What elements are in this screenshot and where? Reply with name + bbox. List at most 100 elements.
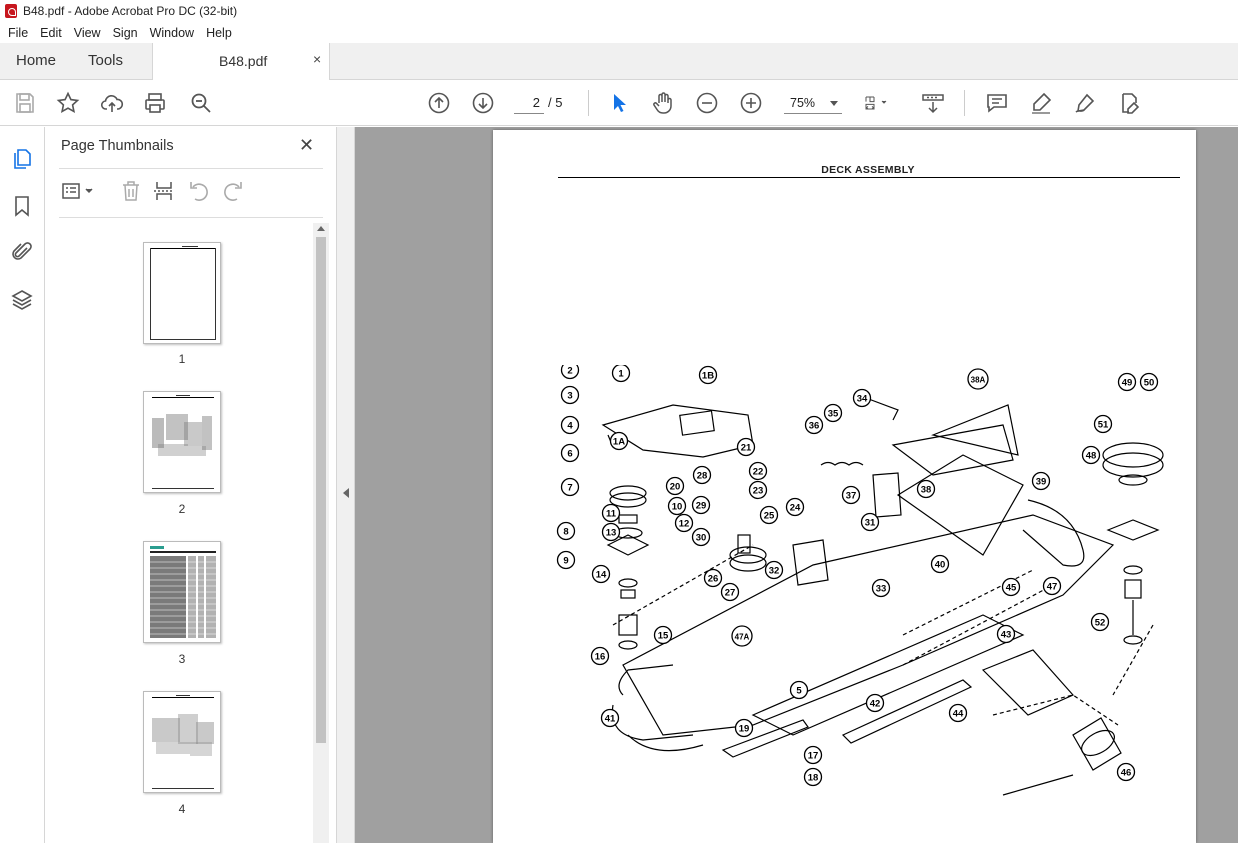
callout-label: 1 xyxy=(618,369,624,380)
left-rail xyxy=(0,127,45,843)
page-total: / 5 xyxy=(548,95,563,110)
main-toolbar: 2 / 5 75% xyxy=(0,80,1238,126)
menu-help[interactable]: Help xyxy=(202,26,236,40)
delete-page-icon[interactable] xyxy=(119,179,143,203)
menu-file[interactable]: File xyxy=(4,26,32,40)
tab-tools[interactable]: Tools xyxy=(88,43,123,79)
layers-icon[interactable] xyxy=(10,288,34,312)
callout-label: 52 xyxy=(1095,618,1106,629)
deck-assembly-diagram: 11A1B23456789101112131415161718192021222… xyxy=(556,365,1164,796)
menu-edit[interactable]: Edit xyxy=(36,26,66,40)
callout-label: 43 xyxy=(1001,630,1012,641)
panel-collapse-handle[interactable] xyxy=(337,127,355,843)
page-thumbnails-icon[interactable] xyxy=(10,147,34,171)
zoom-in-icon[interactable] xyxy=(739,91,763,115)
callout-label: 31 xyxy=(865,518,876,529)
callout-label: 38A xyxy=(971,376,986,385)
callout-label: 26 xyxy=(708,574,719,585)
zoom-out-icon[interactable] xyxy=(695,91,719,115)
callout-label: 5 xyxy=(796,686,802,697)
panel-divider xyxy=(59,217,323,218)
callout-label: 32 xyxy=(769,566,780,577)
next-page-icon[interactable] xyxy=(471,91,495,115)
callout-label: 20 xyxy=(670,482,681,493)
callout-label: 15 xyxy=(658,631,669,642)
callout-label: 47 xyxy=(1047,582,1058,593)
callout-label: 44 xyxy=(953,709,964,720)
scroll-up-icon[interactable] xyxy=(317,226,325,231)
page-heading: DECK ASSEMBLY xyxy=(821,164,915,176)
title-bar: B48.pdf - Adobe Acrobat Pro DC (32-bit) xyxy=(0,0,1238,22)
rotate-left-icon[interactable] xyxy=(187,179,211,203)
bookmarks-icon[interactable] xyxy=(10,194,34,218)
fill-sign-icon[interactable] xyxy=(1117,91,1141,115)
callout-label: 1B xyxy=(702,371,714,382)
window-title: B48.pdf - Adobe Acrobat Pro DC (32-bit) xyxy=(23,4,238,18)
callout-label: 35 xyxy=(828,409,839,420)
tab-home[interactable]: Home xyxy=(16,43,56,79)
callout-label: 40 xyxy=(935,560,946,571)
save-icon[interactable] xyxy=(13,91,37,115)
menu-window[interactable]: Window xyxy=(146,26,198,40)
tab-close-icon[interactable]: × xyxy=(313,51,321,67)
panel-title: Page Thumbnails xyxy=(61,138,174,154)
page-layout-icon[interactable] xyxy=(864,91,900,115)
callout-label: 28 xyxy=(697,471,708,482)
scrollbar-thumb[interactable] xyxy=(316,237,326,743)
search-zoom-icon[interactable] xyxy=(189,91,213,115)
page-thumbnail[interactable] xyxy=(143,242,221,344)
attachments-icon[interactable] xyxy=(10,240,34,264)
callout-label: 23 xyxy=(753,486,764,497)
tab-bar: Home Tools B48.pdf × xyxy=(0,43,1238,80)
heading-rule xyxy=(558,177,1180,178)
thumbnail-options-icon[interactable] xyxy=(60,179,96,203)
tab-document[interactable]: B48.pdf × xyxy=(152,43,330,80)
thumbnail-list: 1 2 3 4 xyxy=(45,223,313,843)
callout-label: 46 xyxy=(1121,768,1132,779)
page-thumbnail[interactable] xyxy=(143,691,221,793)
menu-view[interactable]: View xyxy=(70,26,105,40)
callout-label: 27 xyxy=(725,588,736,599)
callout-label: 34 xyxy=(857,394,868,405)
callout-label: 22 xyxy=(753,467,764,478)
panel-close-icon[interactable]: ✕ xyxy=(299,135,314,156)
hand-tool-icon[interactable] xyxy=(651,91,675,115)
callout-label: 9 xyxy=(563,556,568,567)
callout-label: 42 xyxy=(870,699,881,710)
tab-document-label: B48.pdf xyxy=(219,53,268,69)
page-number-input[interactable]: 2 xyxy=(514,92,544,114)
toolbar-divider xyxy=(964,90,965,116)
zoom-level-select[interactable]: 75% xyxy=(784,92,842,114)
upload-icon[interactable] xyxy=(100,91,124,115)
callout-label: 16 xyxy=(595,652,606,663)
menu-sign[interactable]: Sign xyxy=(109,26,142,40)
page-thumbnail[interactable] xyxy=(143,391,221,493)
comment-icon[interactable] xyxy=(985,91,1009,115)
prev-page-icon[interactable] xyxy=(427,91,451,115)
thumbnail-scrollbar[interactable] xyxy=(313,223,329,843)
pdf-page: DECK ASSEMBLY 1 1A 1B 2 3 4 5 6 7 8 9 10… xyxy=(493,130,1196,843)
callout-label: 8 xyxy=(563,527,568,538)
callout-label: 11 xyxy=(606,509,617,520)
scroll-mode-icon[interactable] xyxy=(921,91,945,115)
draw-icon[interactable] xyxy=(1073,91,1097,115)
rotate-right-icon[interactable] xyxy=(221,179,245,203)
callout-label: 3 xyxy=(567,391,572,402)
callout-label: 1A xyxy=(613,437,625,448)
select-cursor-icon[interactable] xyxy=(607,91,631,115)
highlight-icon[interactable] xyxy=(1029,91,1053,115)
callout-label: 51 xyxy=(1098,420,1109,431)
callout-label: 39 xyxy=(1036,477,1047,488)
callout-label: 37 xyxy=(846,491,857,502)
callout-label: 25 xyxy=(764,511,775,522)
print-icon[interactable] xyxy=(143,91,167,115)
callout-label: 36 xyxy=(809,421,820,432)
callout-label: 50 xyxy=(1144,378,1155,389)
document-view[interactable]: DECK ASSEMBLY 1 1A 1B 2 3 4 5 6 7 8 9 10… xyxy=(355,127,1238,843)
callout-label: 14 xyxy=(596,570,607,581)
bookmark-star-icon[interactable] xyxy=(56,91,80,115)
menu-bar: File Edit View Sign Window Help xyxy=(0,22,1238,43)
page-thumbnail[interactable] xyxy=(143,541,221,643)
callout-label: 2 xyxy=(567,366,572,377)
extract-page-icon[interactable] xyxy=(152,179,176,203)
